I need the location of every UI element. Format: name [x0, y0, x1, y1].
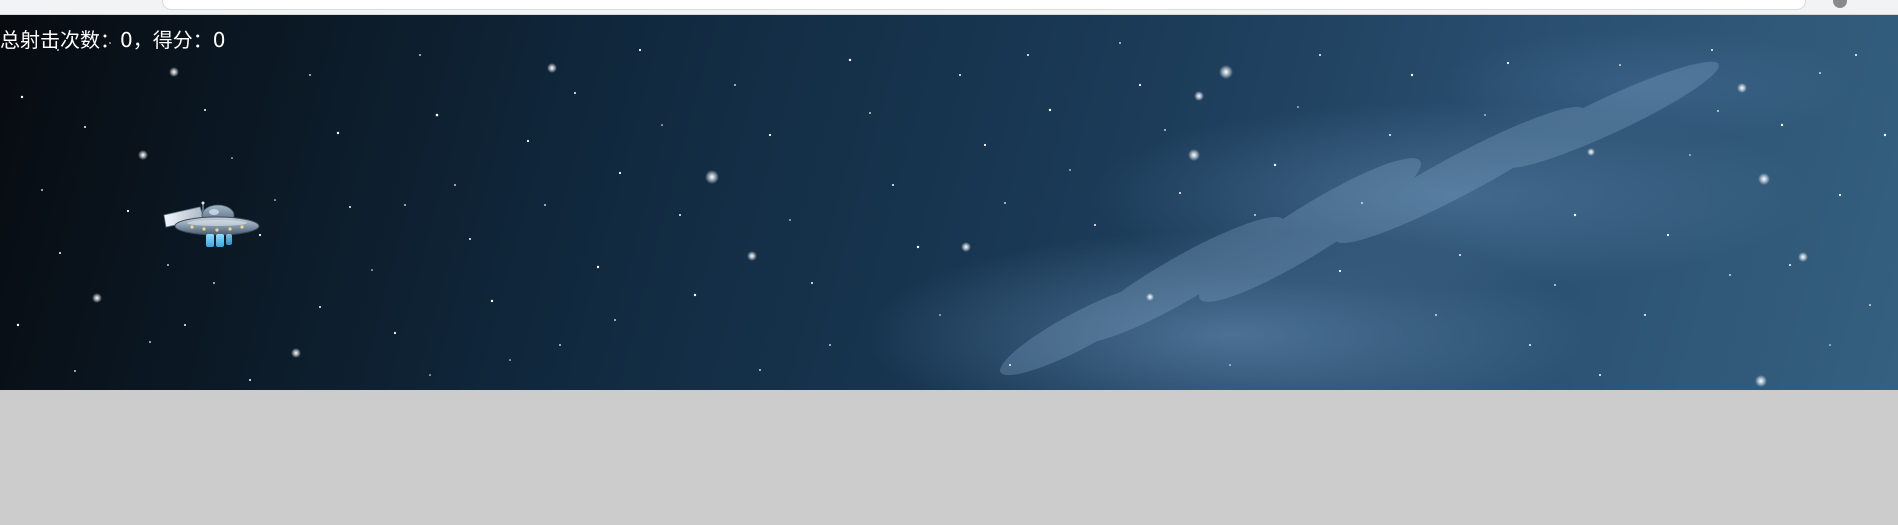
game-stage[interactable]: 总射击次数：0，得分：0	[0, 15, 1898, 390]
page-background	[0, 390, 1898, 525]
score-display: 总射击次数：0，得分：0	[0, 28, 225, 52]
starfield	[16, 42, 1887, 387]
shots-label: 总射击次数	[0, 28, 100, 52]
shots-separator: ：	[100, 28, 120, 52]
shots-count: 0	[120, 28, 133, 52]
browser-avatar-icon[interactable]	[1833, 0, 1847, 8]
browser-top-bar	[0, 0, 1898, 15]
score-label: 得分	[152, 28, 193, 52]
hud-comma: ，	[132, 28, 153, 52]
score-value: 0	[212, 28, 226, 52]
address-bar[interactable]	[162, 0, 1806, 10]
ufo-icon[interactable]	[162, 201, 262, 261]
score-separator: ：	[192, 28, 213, 52]
